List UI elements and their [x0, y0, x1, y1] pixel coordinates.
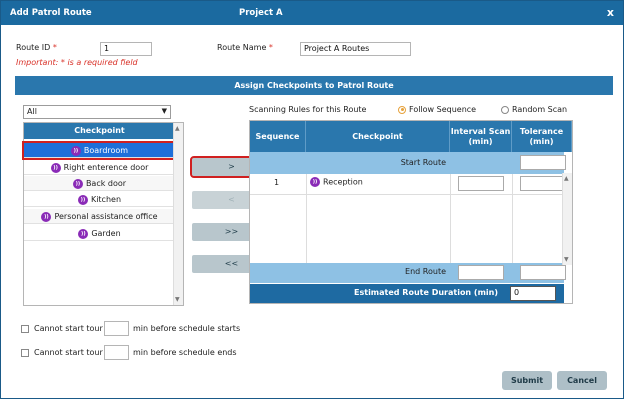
list-item-label: Personal assistance office [54, 212, 158, 221]
row-checkpoint: )) Reception [310, 177, 363, 187]
column-header-tolerance: Tolerance (min) [512, 121, 572, 152]
submit-button[interactable]: Submit [502, 371, 552, 390]
route-id-label-text: Route ID [16, 43, 51, 52]
scroll-up-icon[interactable]: ▲ [564, 175, 569, 182]
scanning-rules-label: Scanning Rules for this Route [249, 105, 367, 114]
radio-empty-icon [501, 105, 509, 114]
column-header-checkpoint: Checkpoint [306, 121, 450, 152]
list-item[interactable]: )) Back door [24, 176, 175, 191]
column-divider [306, 174, 307, 264]
column-divider [512, 174, 513, 264]
route-id-input[interactable]: 1 [100, 42, 152, 56]
start-restriction-prefix: Cannot start tour [34, 324, 103, 333]
estimated-duration-input[interactable]: 0 [510, 286, 556, 301]
nfc-tag-icon: )) [310, 177, 320, 187]
available-checkpoints-list: Checkpoint )) Boardroom )) Right enterence… [22, 122, 184, 306]
end-interval-input[interactable] [458, 265, 504, 280]
start-restriction-suffix: min before schedule starts [133, 324, 241, 333]
dialog-title: Add Patrol Route [10, 8, 92, 18]
row-sequence: 1 [274, 178, 280, 187]
list-item[interactable]: )) Boardroom [22, 141, 177, 160]
nfc-tag-icon: )) [77, 194, 88, 205]
nfc-tag-icon: )) [72, 178, 83, 189]
start-route-label: Start Route [400, 158, 446, 167]
chevron-down-icon: ▼ [161, 107, 167, 115]
nfc-tag-icon: )) [50, 162, 61, 173]
route-name-label-text: Route Name [217, 43, 267, 52]
column-header-interval: Interval Scan (min) [450, 121, 512, 152]
scroll-up-icon[interactable]: ▲ [175, 125, 180, 132]
end-route-row: End Route [250, 263, 566, 283]
interval-scan-input[interactable] [458, 176, 504, 191]
required-mark: * [268, 43, 273, 52]
estimated-duration-label: Estimated Route Duration (min) [354, 288, 498, 297]
end-restriction-suffix: min before schedule ends [133, 348, 237, 357]
filter-value: All [27, 107, 37, 116]
list-item[interactable]: )) Kitchen [24, 192, 175, 207]
list-item-label: Back door [85, 179, 127, 188]
random-scan-radio[interactable]: Random Scan [501, 105, 567, 114]
nfc-tag-icon: )) [70, 145, 81, 156]
add-patrol-route-dialog: Add Patrol Route Project A x Route ID * … [0, 0, 624, 399]
assign-header: Assign Checkpoints to Patrol Route [15, 76, 613, 95]
project-name: Project A [239, 8, 283, 18]
list-item[interactable]: )) Garden [24, 226, 175, 241]
start-tolerance-input[interactable] [520, 155, 566, 170]
end-route-label: End Route [405, 267, 446, 276]
nfc-tag-icon: )) [78, 228, 89, 239]
list-item-label: Right enterence door [63, 163, 149, 172]
tolerance-input[interactable] [520, 176, 566, 191]
cancel-button[interactable]: Cancel [557, 371, 607, 390]
close-icon[interactable]: x [607, 6, 614, 19]
follow-sequence-radio[interactable]: Follow Sequence [398, 105, 476, 114]
row-checkpoint-label: Reception [323, 177, 363, 187]
column-header-sequence: Sequence [250, 121, 306, 152]
title-bar: Add Patrol Route Project A x [1, 1, 623, 25]
end-tolerance-input[interactable] [520, 265, 566, 280]
random-scan-label: Random Scan [512, 105, 568, 114]
end-restriction-prefix: Cannot start tour [34, 348, 103, 357]
scroll-down-icon[interactable]: ▼ [175, 296, 180, 303]
start-restriction-minutes[interactable] [104, 321, 129, 336]
estimated-duration-row: Estimated Route Duration (min) 0 [250, 284, 564, 303]
nfc-tag-icon: )) [41, 211, 52, 222]
list-item-label: Garden [91, 229, 121, 238]
radio-selected-icon [398, 105, 406, 114]
list-item[interactable]: )) Right enterence door [24, 160, 175, 175]
list-item[interactable]: )) Personal assistance office [24, 209, 175, 224]
row-divider [250, 194, 564, 195]
start-route-row: Start Route [250, 152, 566, 174]
column-divider [450, 174, 451, 264]
follow-sequence-label: Follow Sequence [409, 105, 477, 114]
checkpoint-filter-select[interactable]: All ▼ [23, 105, 171, 119]
route-checkpoints-table: Sequence Checkpoint Interval Scan (min) … [249, 120, 573, 304]
scroll-down-icon[interactable]: ▼ [564, 256, 569, 263]
route-name-input[interactable]: Project A Routes [300, 42, 411, 56]
table-scrollbar[interactable]: ▲ ▼ [562, 173, 572, 265]
required-mark: * [52, 43, 57, 52]
route-id-label: Route ID * [16, 43, 57, 52]
end-restriction-checkbox[interactable] [21, 349, 29, 357]
list-header: Checkpoint [24, 123, 175, 139]
start-restriction-checkbox[interactable] [21, 325, 29, 333]
list-item-label: Boardroom [83, 146, 129, 155]
list-item-label: Kitchen [90, 195, 122, 204]
required-note: Important: * is a required field [16, 58, 138, 67]
route-name-label: Route Name * [217, 43, 273, 52]
end-restriction-minutes[interactable] [104, 345, 129, 360]
list-scrollbar[interactable]: ▲ ▼ [173, 123, 183, 305]
